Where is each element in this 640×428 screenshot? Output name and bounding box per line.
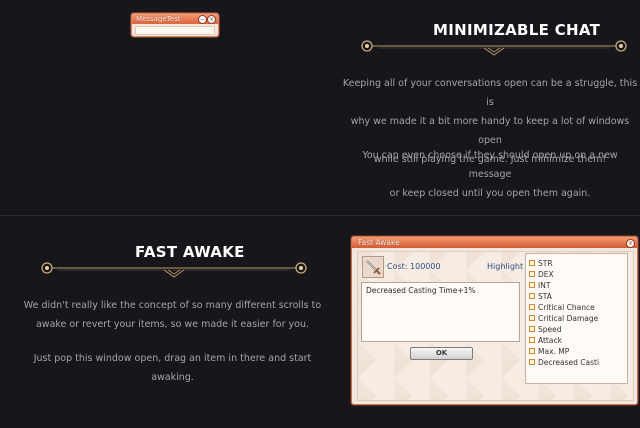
minimized-message-window[interactable]: MessageTest − × <box>131 13 219 37</box>
close-icon[interactable]: × <box>626 239 635 248</box>
checkbox[interactable] <box>529 359 535 365</box>
option-label: STA <box>538 291 552 301</box>
option-label: STR <box>538 258 553 268</box>
close-icon[interactable]: × <box>207 15 216 24</box>
chat-p1-line: why we made it a bit more handy to keep … <box>350 116 630 146</box>
checkbox[interactable] <box>529 282 535 288</box>
highlight-options-panel: STR DEX INT STA Critical Chance Critical… <box>525 253 628 384</box>
option-dex[interactable]: DEX <box>529 269 554 279</box>
option-label: Critical Damage <box>538 313 599 323</box>
chat-ornament-divider <box>361 40 627 56</box>
option-critical-chance[interactable]: Critical Chance <box>529 302 595 312</box>
chat-p2-line: You can even choose if they should open … <box>362 150 618 180</box>
awake-result-text: Decreased Casting Time+1% <box>366 286 476 295</box>
fast-awake-titlebar[interactable]: Fast Awake × <box>352 237 637 248</box>
option-label: Decreased Casti <box>538 357 600 367</box>
awake-paragraph-2: Just pop this window open, drag an item … <box>20 349 325 387</box>
chat-p1-line: Keeping all of your conversations open c… <box>342 78 638 108</box>
mini-window-title: MessageTest <box>136 15 181 23</box>
option-label: Speed <box>538 324 562 334</box>
sword-icon <box>366 260 381 275</box>
option-decreased-casting[interactable]: Decreased Casti <box>529 357 599 367</box>
checkbox[interactable] <box>529 271 535 277</box>
mini-window-titlebar[interactable]: MessageTest − × <box>132 14 218 24</box>
option-label: Max. MP <box>538 346 570 356</box>
awake-p2-line: awaking. <box>151 372 194 383</box>
awake-p1-line: We didn't really like the concept of so … <box>23 300 322 311</box>
item-drop-slot[interactable] <box>362 256 384 278</box>
option-max-mp[interactable]: Max. MP <box>529 346 569 356</box>
option-speed[interactable]: Speed <box>529 324 562 334</box>
option-label: Critical Chance <box>538 302 595 312</box>
awake-p2-line: Just pop this window open, drag an item … <box>33 353 312 364</box>
checkbox[interactable] <box>529 337 535 343</box>
checkbox[interactable] <box>529 304 535 310</box>
awake-cost: Cost: 100000 <box>387 262 441 271</box>
option-label: DEX <box>538 269 554 279</box>
checkbox[interactable] <box>529 348 535 354</box>
awake-result-box: Decreased Casting Time+1% <box>361 282 520 342</box>
highlight-label: Highlight <box>487 262 524 271</box>
chat-paragraph-2: You can even choose if they should open … <box>340 146 640 203</box>
option-str[interactable]: STR <box>529 258 553 268</box>
checkbox[interactable] <box>529 293 535 299</box>
checkbox[interactable] <box>529 260 535 266</box>
awake-paragraph-1: We didn't really like the concept of so … <box>20 296 325 334</box>
awake-p1-line: awake or revert your items, so we made i… <box>35 319 310 330</box>
option-label: Attack <box>538 335 562 345</box>
checkbox[interactable] <box>529 326 535 332</box>
chat-p2-line: or keep closed until you open them again… <box>389 188 591 199</box>
option-attack[interactable]: Attack <box>529 335 562 345</box>
mini-window-body <box>135 26 215 35</box>
option-int[interactable]: INT <box>529 280 550 290</box>
awake-ornament-divider <box>41 262 307 278</box>
ok-button[interactable]: OK <box>410 347 473 360</box>
option-sta[interactable]: STA <box>529 291 552 301</box>
checkbox[interactable] <box>529 315 535 321</box>
section-divider <box>0 215 640 216</box>
option-label: INT <box>538 280 551 290</box>
minimize-icon[interactable]: − <box>198 15 207 24</box>
option-critical-damage[interactable]: Critical Damage <box>529 313 598 323</box>
fast-awake-title: Fast Awake <box>358 238 400 247</box>
